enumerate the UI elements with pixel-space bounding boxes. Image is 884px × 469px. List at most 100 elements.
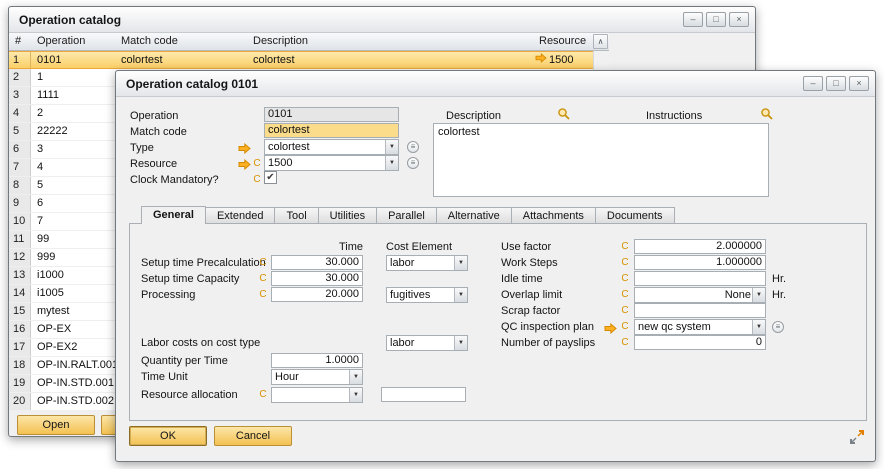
- labor-costs-combo[interactable]: labor ▼: [386, 335, 468, 351]
- cost-element-column-header: Cost Element: [386, 241, 452, 253]
- window-controls: – □ ×: [683, 12, 749, 27]
- time-unit-combo[interactable]: Hour ▼: [271, 369, 363, 385]
- dropdown-arrow-icon[interactable]: ▼: [454, 256, 467, 270]
- operation-detail-dialog: Operation catalog 0101 – □ × Operation 0…: [115, 70, 876, 462]
- setup-capacity-time-field[interactable]: 30.000: [271, 271, 363, 286]
- dropdown-arrow-icon[interactable]: ▼: [349, 370, 362, 384]
- maximize-icon[interactable]: □: [706, 12, 726, 27]
- scrap-factor-field[interactable]: [634, 303, 766, 318]
- close-icon[interactable]: ×: [849, 76, 869, 91]
- choose-from-list-icon[interactable]: ≡: [772, 321, 784, 333]
- quantity-per-time-field[interactable]: 1.0000: [271, 353, 363, 368]
- link-arrow-icon[interactable]: [604, 321, 617, 339]
- link-arrow-icon[interactable]: [238, 157, 251, 175]
- type-label: Type: [130, 142, 154, 154]
- tab-utilities[interactable]: Utilities: [319, 207, 377, 224]
- column-header-operation[interactable]: Operation: [31, 33, 115, 50]
- payslips-label: Number of payslips: [501, 337, 595, 349]
- use-factor-label: Use factor: [501, 241, 551, 253]
- setup-precalc-time-field[interactable]: 30.000: [271, 255, 363, 270]
- time-column-header: Time: [271, 241, 363, 253]
- open-button[interactable]: Open: [17, 415, 95, 435]
- tab-alternative[interactable]: Alternative: [437, 207, 512, 224]
- work-steps-label: Work Steps: [501, 257, 558, 269]
- resource-combo[interactable]: 1500 ▼: [264, 155, 399, 171]
- labor-costs-value: labor: [390, 336, 453, 350]
- overlap-limit-unit-suffix: Hr.: [772, 289, 786, 301]
- processing-cost-value: fugitives: [390, 288, 453, 302]
- column-header-description[interactable]: Description: [247, 33, 533, 50]
- resource-allocation-label: Resource allocation: [141, 389, 238, 401]
- processing-time-field[interactable]: 20.000: [271, 287, 363, 302]
- overlap-limit-combo[interactable]: None ▼: [634, 287, 766, 303]
- payslips-field[interactable]: 0: [634, 335, 766, 350]
- back-window-title: Operation catalog: [19, 13, 121, 27]
- change-indicator: C: [258, 289, 268, 300]
- close-icon[interactable]: ×: [729, 12, 749, 27]
- resize-grip-icon[interactable]: [849, 429, 865, 450]
- column-header-match-code[interactable]: Match code: [115, 33, 247, 50]
- cancel-button[interactable]: Cancel: [214, 426, 292, 446]
- overlap-limit-label: Overlap limit: [501, 289, 562, 301]
- scroll-up-icon[interactable]: ∧: [593, 34, 608, 49]
- processing-cost-combo[interactable]: fugitives ▼: [386, 287, 468, 303]
- change-indicator: C: [620, 289, 630, 300]
- resource-allocation-extra-field[interactable]: [381, 387, 466, 402]
- time-unit-label: Time Unit: [141, 371, 188, 383]
- choose-from-list-icon[interactable]: ≡: [407, 157, 419, 169]
- dropdown-arrow-icon[interactable]: ▼: [385, 156, 398, 170]
- tab-documents[interactable]: Documents: [596, 207, 675, 224]
- description-textarea[interactable]: colortest: [433, 123, 769, 197]
- change-indicator: C: [258, 273, 268, 284]
- tab-bar: GeneralExtendedToolUtilitiesParallelAlte…: [141, 206, 675, 224]
- table-header: # Operation Match code Description Resou…: [9, 33, 609, 51]
- setup-precalc-cost-value: labor: [390, 256, 453, 270]
- clock-mandatory-label: Clock Mandatory?: [130, 174, 219, 186]
- tab-extended[interactable]: Extended: [206, 207, 275, 224]
- setup-precalc-cost-combo[interactable]: labor ▼: [386, 255, 468, 271]
- tab-attachments[interactable]: Attachments: [512, 207, 596, 224]
- operation-label: Operation: [130, 110, 178, 122]
- dropdown-arrow-icon[interactable]: ▼: [349, 388, 362, 402]
- type-combo[interactable]: colortest ▼: [264, 139, 399, 155]
- operation-field[interactable]: 0101: [264, 107, 399, 122]
- idle-time-label: Idle time: [501, 273, 543, 285]
- match-code-label: Match code: [130, 126, 187, 138]
- resource-allocation-combo[interactable]: ▼: [271, 387, 363, 403]
- qc-inspection-plan-combo[interactable]: new qc system ▼: [634, 319, 766, 335]
- dialog-titlebar: Operation catalog 0101 – □ ×: [116, 71, 875, 97]
- scrap-factor-label: Scrap factor: [501, 305, 560, 317]
- tab-tool[interactable]: Tool: [275, 207, 318, 224]
- idle-time-field[interactable]: [634, 271, 766, 286]
- minimize-icon[interactable]: –: [683, 12, 703, 27]
- choose-from-list-icon[interactable]: ≡: [407, 141, 419, 153]
- dropdown-arrow-icon[interactable]: ▼: [385, 140, 398, 154]
- tab-parallel[interactable]: Parallel: [377, 207, 437, 224]
- change-indicator: C: [620, 337, 630, 348]
- tab-general[interactable]: General: [141, 206, 206, 224]
- overlap-limit-value: None: [638, 288, 751, 302]
- column-header-resource[interactable]: Resource: [533, 33, 593, 50]
- dropdown-arrow-icon[interactable]: ▼: [752, 320, 765, 334]
- match-code-field[interactable]: colortest: [264, 123, 399, 138]
- resource-label: Resource: [130, 158, 177, 170]
- clock-mandatory-checkbox[interactable]: ✔: [264, 171, 277, 184]
- column-header-num[interactable]: #: [9, 33, 31, 50]
- table-row[interactable]: 10101colortestcolortest1500: [9, 51, 593, 69]
- dropdown-arrow-icon[interactable]: ▼: [454, 288, 467, 302]
- ok-button[interactable]: OK: [129, 426, 207, 446]
- link-arrow-icon[interactable]: [535, 52, 547, 68]
- minimize-icon[interactable]: –: [803, 76, 823, 91]
- dropdown-arrow-icon[interactable]: ▼: [454, 336, 467, 350]
- use-factor-field[interactable]: 2.000000: [634, 239, 766, 254]
- setup-capacity-label: Setup time Capacity: [141, 273, 239, 285]
- maximize-icon[interactable]: □: [826, 76, 846, 91]
- dropdown-arrow-icon[interactable]: ▼: [752, 288, 765, 302]
- setup-precalc-label: Setup time Precalculation: [141, 257, 266, 269]
- work-steps-field[interactable]: 1.000000: [634, 255, 766, 270]
- idle-time-unit-suffix: Hr.: [772, 273, 786, 285]
- dialog-window-controls: – □ ×: [803, 76, 869, 91]
- change-indicator: C: [620, 321, 630, 332]
- change-indicator: C: [620, 305, 630, 316]
- type-combo-value: colortest: [268, 140, 384, 154]
